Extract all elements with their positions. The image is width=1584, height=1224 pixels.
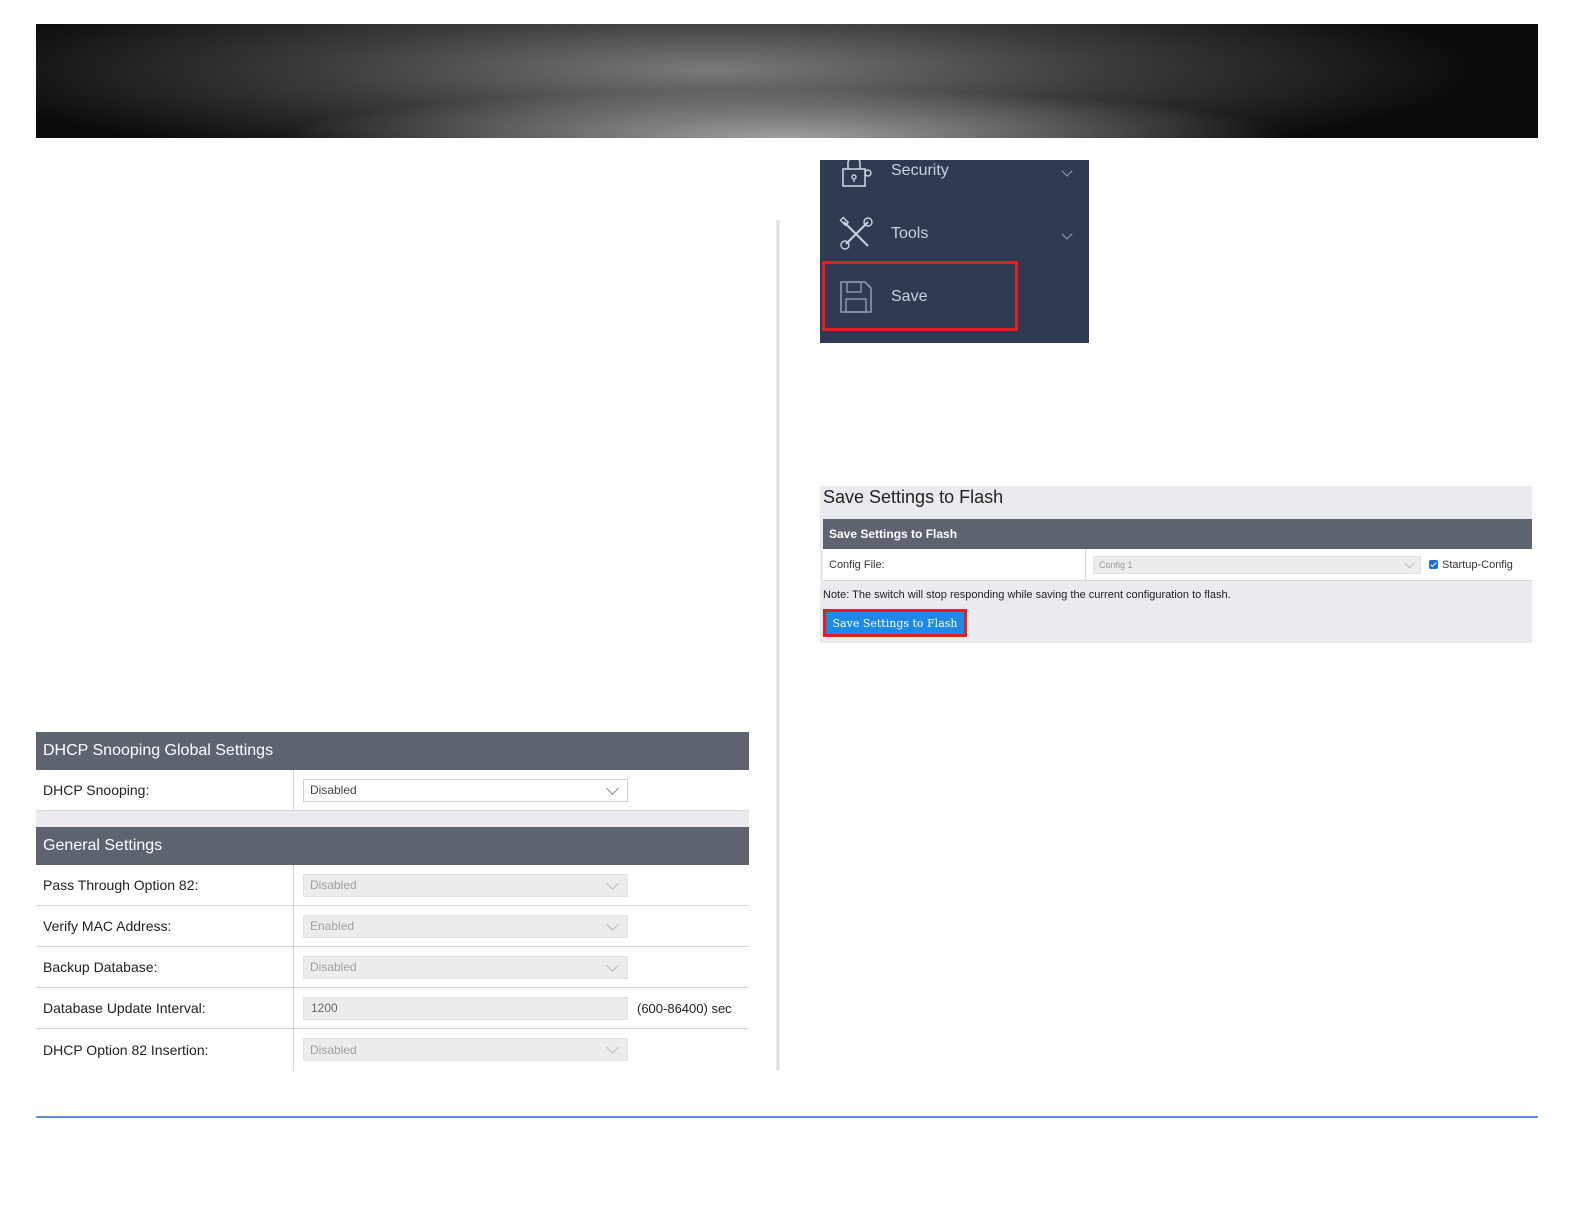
sidebar-item-security[interactable]: Security xyxy=(820,160,1089,202)
tools-icon xyxy=(839,216,873,250)
verify-mac-address-value: Enabled xyxy=(310,919,355,933)
dhcp-option82-insertion-select[interactable]: Disabled xyxy=(303,1038,628,1061)
chevron-down-icon xyxy=(606,917,619,931)
database-update-interval-label: Database Update Interval: xyxy=(36,988,294,1028)
chevron-down-icon xyxy=(1061,165,1073,177)
header-banner xyxy=(36,24,1538,138)
backup-database-label: Backup Database: xyxy=(36,947,294,987)
save-settings-to-flash-button[interactable]: Save Settings to Flash xyxy=(823,609,967,637)
dhcp-snooping-global-header: DHCP Snooping Global Settings xyxy=(36,732,749,770)
dhcp-snooping-value: Disabled xyxy=(310,783,357,797)
verify-mac-address-select[interactable]: Enabled xyxy=(303,914,628,938)
lock-icon xyxy=(842,160,872,187)
sidebar-item-tools-label: Tools xyxy=(891,225,929,242)
chevron-down-icon xyxy=(606,781,619,795)
pass-through-option82-value: Disabled xyxy=(310,878,357,892)
save-settings-section-header: Save Settings to Flash xyxy=(823,519,1532,549)
save-highlight-box xyxy=(822,261,1018,331)
backup-database-select[interactable]: Disabled xyxy=(303,955,628,979)
config-file-row: Config File: Config 1 Startup-Config xyxy=(823,549,1532,581)
pass-through-option82-select[interactable]: Disabled xyxy=(303,873,628,897)
dhcp-snooping-label: DHCP Snooping: xyxy=(36,770,294,810)
chevron-down-icon xyxy=(606,1041,619,1054)
dhcp-snooping-panel: DHCP Snooping Global Settings DHCP Snoop… xyxy=(36,732,749,1070)
general-settings-header: General Settings xyxy=(36,827,749,865)
database-update-interval-unit: (600-86400) sec xyxy=(637,1000,732,1016)
pass-through-option82-label: Pass Through Option 82: xyxy=(36,865,294,905)
save-note: Note: The switch will stop responding wh… xyxy=(823,589,1231,601)
startup-config-label: Startup-Config xyxy=(1442,558,1513,571)
startup-config-option[interactable]: Startup-Config xyxy=(1429,559,1513,571)
dhcp-snooping-row: DHCP Snooping: Disabled xyxy=(36,770,749,811)
verify-mac-address-row: Verify MAC Address: Enabled xyxy=(36,906,749,947)
page-title: Save Settings to Flash xyxy=(823,487,1004,507)
column-divider xyxy=(776,220,780,1070)
dhcp-option82-insertion-row: DHCP Option 82 Insertion: Disabled xyxy=(36,1029,749,1070)
config-file-select[interactable]: Config 1 xyxy=(1093,555,1421,574)
startup-config-checkbox[interactable] xyxy=(1429,560,1438,569)
footer-line xyxy=(36,1116,1538,1118)
sidebar-item-security-label: Security xyxy=(891,162,949,179)
backup-database-value: Disabled xyxy=(310,960,357,974)
database-update-interval-row: Database Update Interval: 1200 (600-8640… xyxy=(36,988,749,1029)
verify-mac-address-label: Verify MAC Address: xyxy=(36,906,294,946)
dhcp-option82-insertion-value: Disabled xyxy=(310,1042,357,1057)
dhcp-snooping-select[interactable]: Disabled xyxy=(303,778,628,802)
dhcp-option82-insertion-label: DHCP Option 82 Insertion: xyxy=(36,1029,294,1070)
pass-through-option82-row: Pass Through Option 82: Disabled xyxy=(36,865,749,906)
chevron-down-icon xyxy=(606,958,619,972)
config-file-value: Config 1 xyxy=(1099,559,1133,570)
config-file-label: Config File: xyxy=(823,549,1086,580)
sidebar-item-tools[interactable]: Tools xyxy=(820,203,1089,265)
chevron-down-icon xyxy=(606,876,619,890)
backup-database-row: Backup Database: Disabled xyxy=(36,947,749,988)
section-spacer xyxy=(36,811,749,827)
chevron-down-icon xyxy=(1061,228,1073,240)
database-update-interval-input[interactable]: 1200 xyxy=(303,996,628,1020)
chevron-down-icon xyxy=(1404,558,1415,568)
